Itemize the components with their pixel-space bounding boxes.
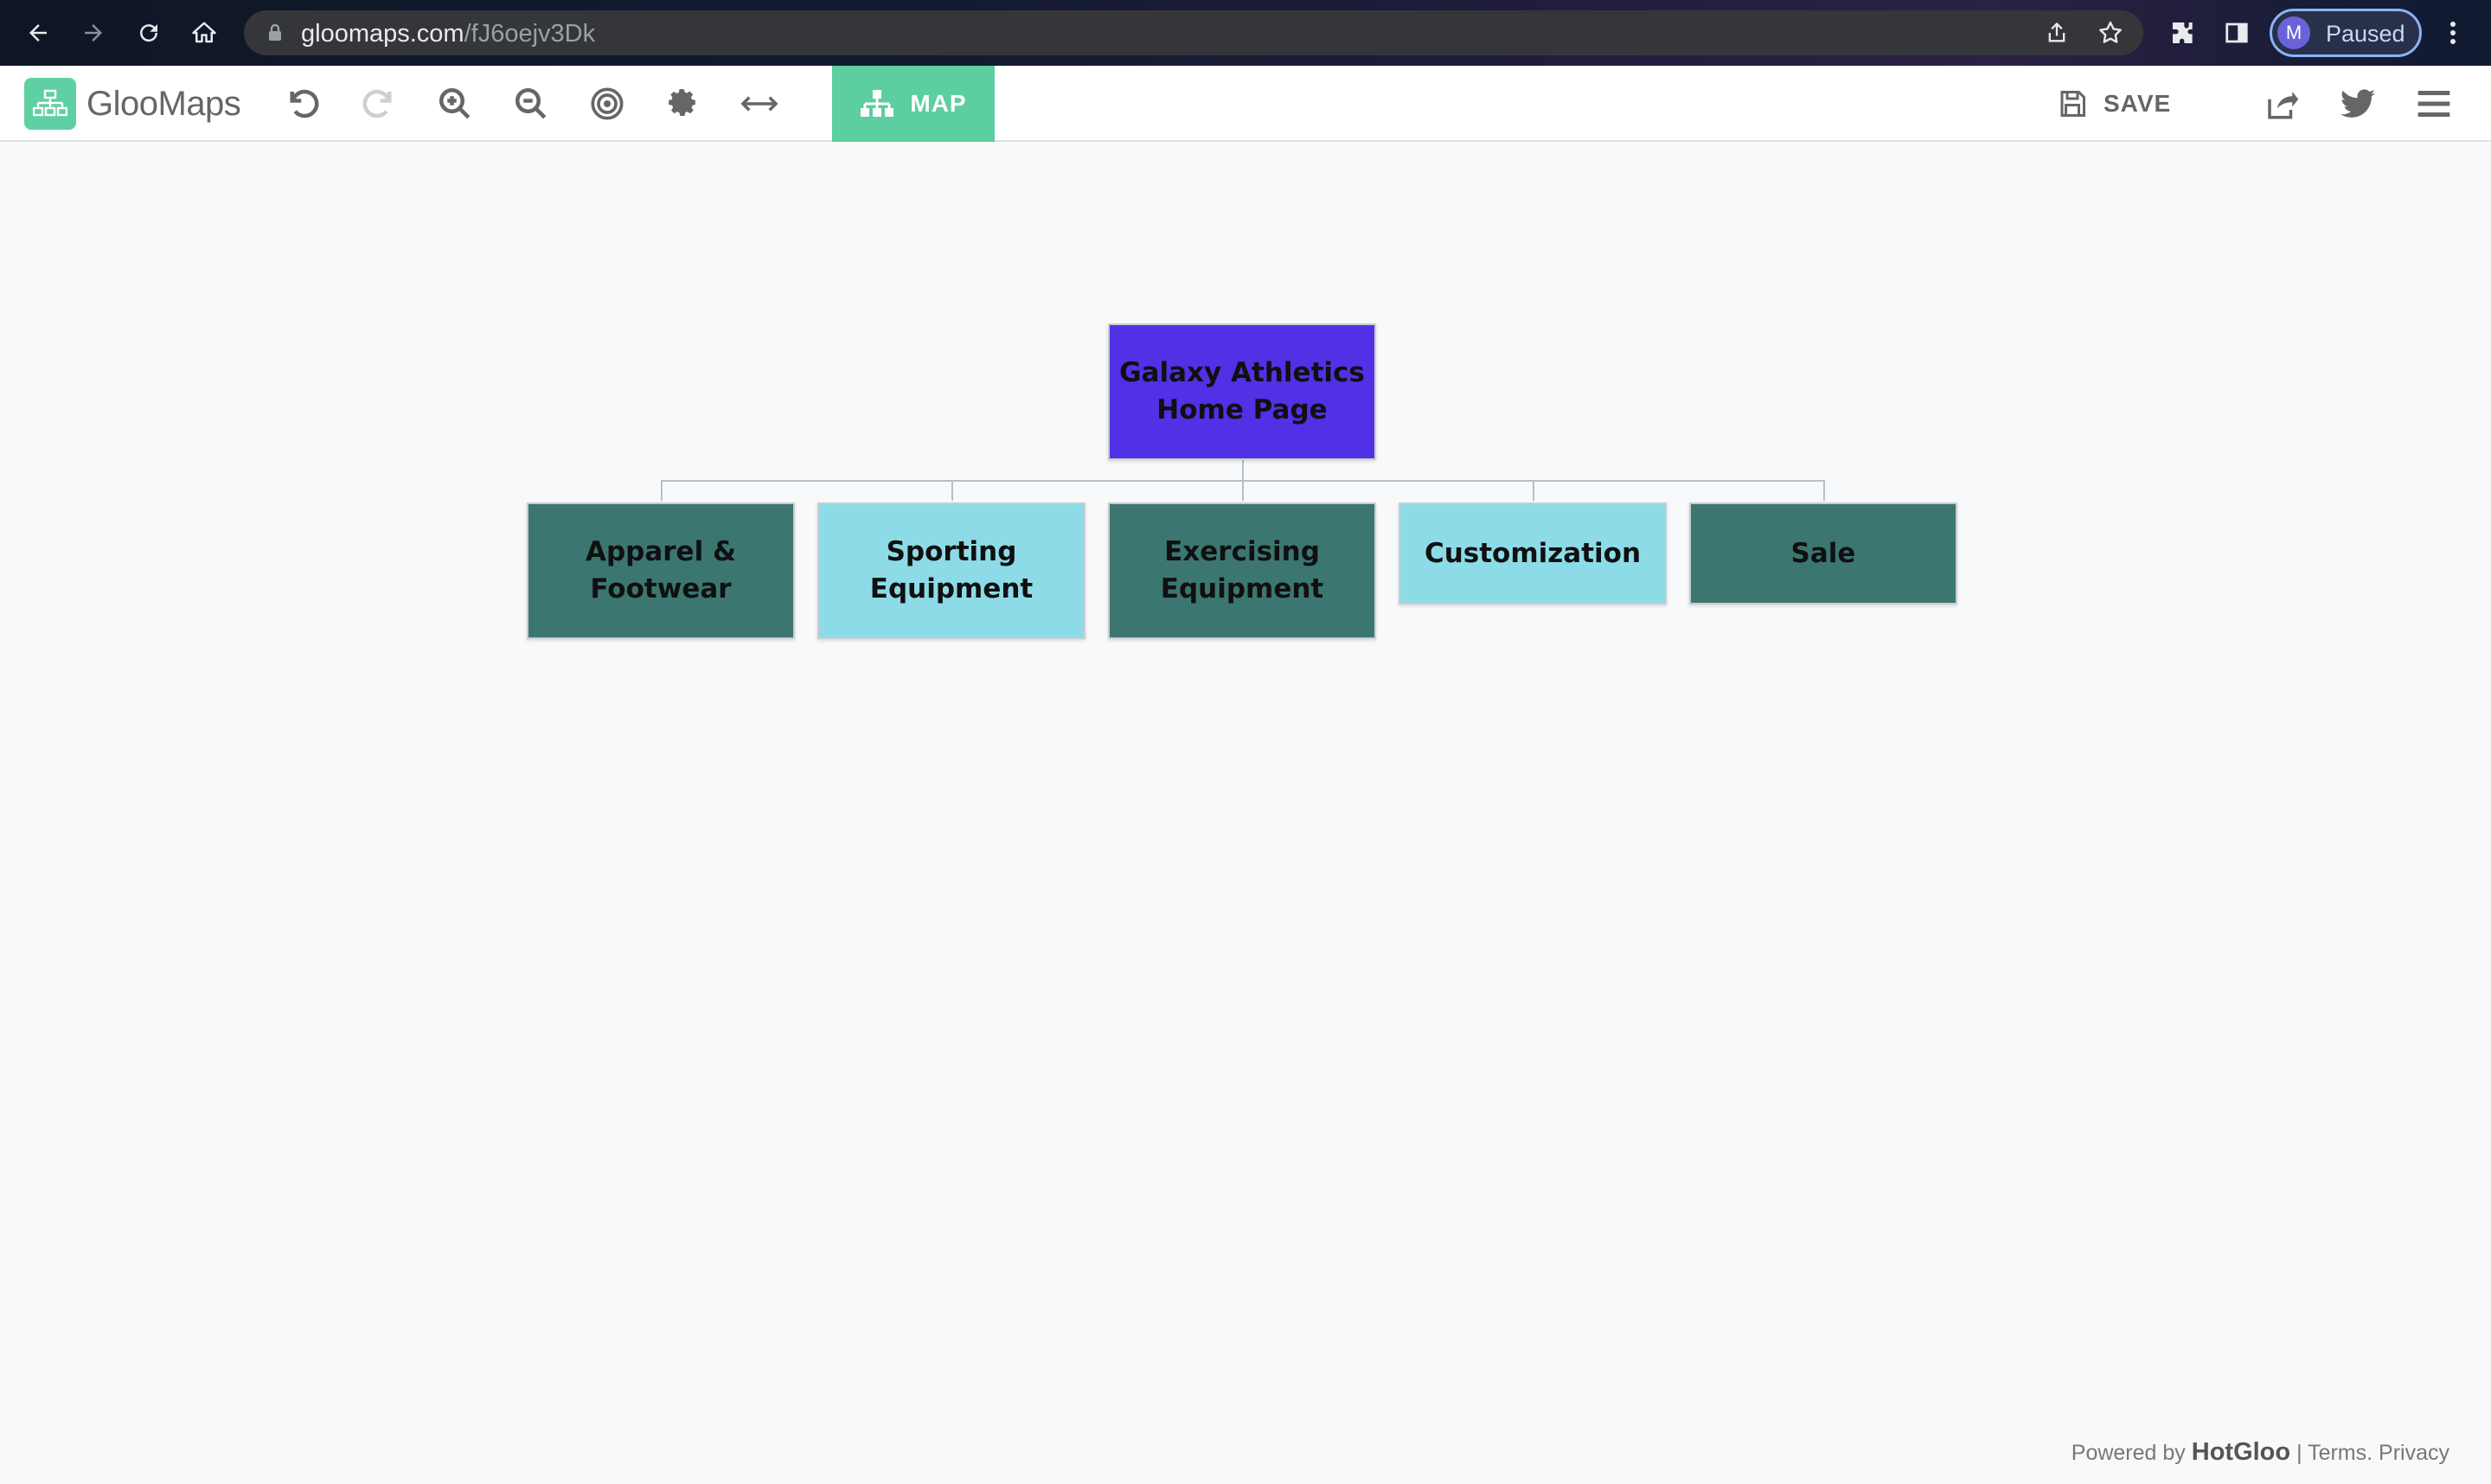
lock-icon — [266, 22, 284, 48]
map-button[interactable]: MAP — [832, 66, 995, 142]
sitemap-icon — [861, 90, 894, 117]
share-export-icon[interactable] — [2261, 83, 2302, 125]
app-toolbar: GlooMaps MAP SAVE — [0, 66, 2491, 142]
back-icon[interactable] — [17, 12, 59, 54]
bookmark-star-icon[interactable] — [2097, 19, 2124, 51]
floppy-disk-icon — [2060, 91, 2085, 117]
address-bar[interactable]: gloomaps.com/fJ6oejv3Dk — [244, 10, 2143, 55]
sitemap-node-sporting-equipment[interactable]: Sporting Equipment — [817, 502, 1085, 639]
map-button-label: MAP — [910, 90, 967, 117]
side-panel-icon[interactable] — [2216, 12, 2257, 54]
sitemap-node-sale[interactable]: Sale — [1689, 502, 1957, 604]
redo-icon[interactable] — [358, 83, 400, 125]
browser-chrome: gloomaps.com/fJ6oejv3Dk M Paused — [0, 0, 2491, 66]
url-text: gloomaps.com/fJ6oejv3Dk — [301, 20, 596, 48]
save-button[interactable]: SAVE — [2057, 83, 2171, 125]
hotgloo-link[interactable]: HotGloo — [2192, 1438, 2290, 1466]
connector-line — [1242, 460, 1244, 481]
save-button-label: SAVE — [2104, 90, 2172, 117]
browser-menu-icon[interactable] — [2432, 12, 2474, 54]
profile-chip[interactable]: M Paused — [2270, 9, 2422, 57]
logo-text: GlooMaps — [86, 84, 241, 123]
powered-by-text: Powered by — [2071, 1441, 2186, 1465]
zoom-out-icon[interactable] — [510, 83, 552, 125]
zoom-in-icon[interactable] — [434, 83, 476, 125]
footer-separator: | — [2296, 1441, 2302, 1465]
sitemap-canvas[interactable]: Galaxy Athletics Home Page Apparel & Foo… — [0, 144, 2491, 1484]
gloomaps-logo[interactable]: GlooMaps — [24, 78, 241, 130]
connector-line — [1533, 480, 1534, 501]
terms-link[interactable]: Terms — [2308, 1441, 2366, 1465]
sitemap-node-root[interactable]: Galaxy Athletics Home Page — [1108, 323, 1376, 460]
share-icon[interactable] — [2045, 21, 2069, 49]
avatar: M — [2277, 16, 2310, 49]
connector-line — [661, 480, 663, 501]
hamburger-menu-icon[interactable] — [2413, 83, 2455, 125]
home-icon[interactable] — [183, 12, 225, 54]
center-target-icon[interactable] — [586, 83, 628, 125]
reload-icon[interactable] — [128, 12, 170, 54]
connector-line — [1823, 480, 1825, 501]
sitemap-node-apparel-footwear[interactable]: Apparel & Footwear — [527, 502, 795, 639]
footer: Powered by HotGloo | Terms. Privacy — [2072, 1438, 2449, 1467]
settings-gear-icon[interactable] — [663, 83, 704, 125]
sitemap-logo-icon — [24, 78, 76, 130]
profile-status: Paused — [2326, 21, 2405, 47]
fit-width-arrows-icon[interactable] — [739, 83, 780, 125]
privacy-link[interactable]: Privacy — [2379, 1441, 2449, 1465]
connector-line — [951, 480, 953, 501]
twitter-icon[interactable] — [2337, 83, 2379, 125]
sitemap-node-customization[interactable]: Customization — [1399, 502, 1667, 604]
sitemap-node-exercising-equipment[interactable]: Exercising Equipment — [1108, 502, 1376, 639]
forward-icon[interactable] — [73, 12, 114, 54]
connector-line — [1242, 480, 1244, 501]
extensions-icon[interactable] — [2162, 12, 2204, 54]
footer-dot: . — [2366, 1441, 2373, 1465]
undo-icon[interactable] — [282, 83, 323, 125]
